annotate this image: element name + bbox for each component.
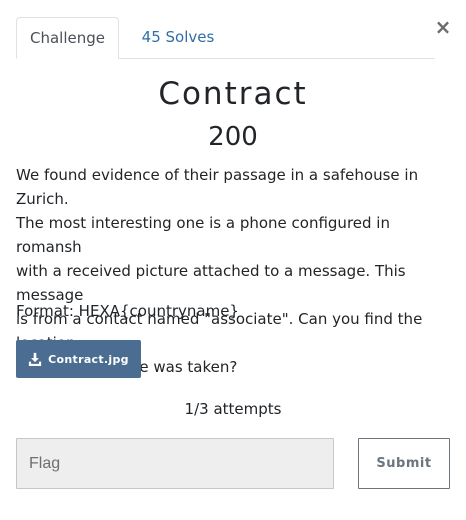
challenge-name: Contract xyxy=(158,76,308,112)
attempts-counter: 1/3 attempts xyxy=(184,400,282,418)
tab-challenge[interactable]: Challenge xyxy=(16,17,119,59)
download-file-button[interactable]: Contract.jpg xyxy=(16,340,141,378)
close-icon[interactable]: × xyxy=(434,16,452,38)
flag-format: Format: HEXA{countryname} xyxy=(16,302,239,320)
challenge-value: 200 xyxy=(208,122,258,152)
flag-input[interactable] xyxy=(16,438,334,489)
file-name: Contract.jpg xyxy=(48,352,129,366)
tab-bar: Challenge 45 Solves xyxy=(16,17,435,59)
download-icon xyxy=(28,352,42,366)
submit-button[interactable]: Submit xyxy=(358,438,450,489)
tab-solves[interactable]: 45 Solves xyxy=(124,17,232,59)
